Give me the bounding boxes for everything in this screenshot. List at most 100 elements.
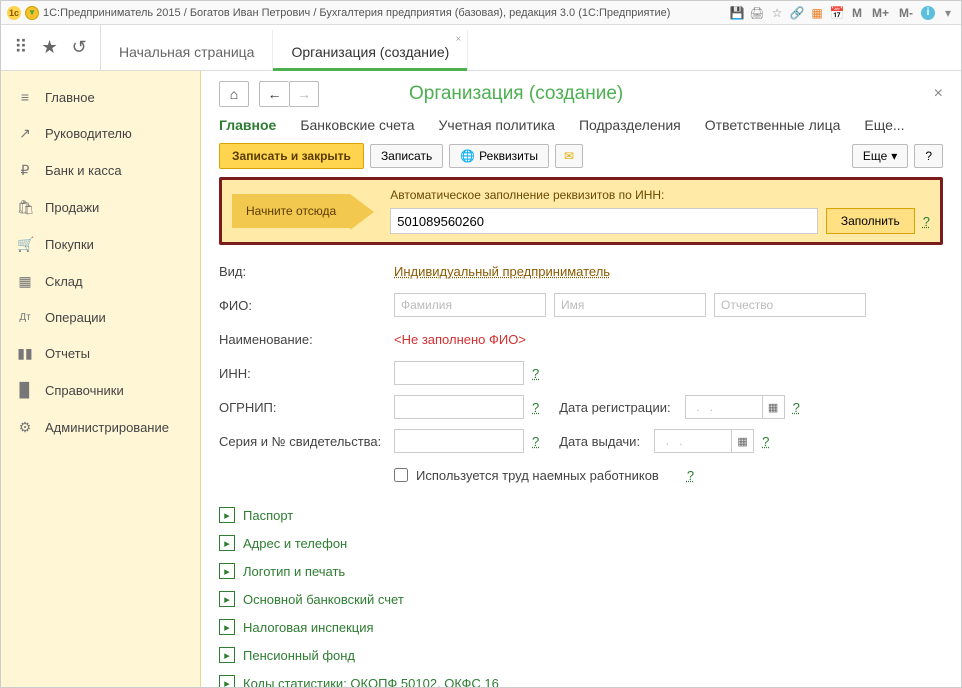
history-icon[interactable]: ↺: [72, 37, 87, 58]
more-label: Еще: [863, 149, 887, 163]
ogrnip-label: ОГРНИП:: [219, 400, 394, 415]
memory-m-button[interactable]: M: [850, 6, 864, 20]
expand-toggle[interactable]: ▸: [219, 507, 235, 523]
inn-input[interactable]: [394, 361, 524, 385]
subtab-more[interactable]: Еще...: [864, 117, 904, 137]
vid-value-link[interactable]: Индивидуальный предприниматель: [394, 264, 610, 279]
issuedate-field[interactable]: ▦: [654, 429, 754, 453]
memory-mminus-button[interactable]: M-: [897, 6, 915, 20]
sidebar-item-label: Покупки: [45, 237, 94, 252]
calendar-icon[interactable]: 📅: [830, 6, 844, 20]
expand-toggle[interactable]: ▸: [219, 563, 235, 579]
sidebar-item-operations[interactable]: ДтОперации: [1, 300, 200, 335]
sidebar-item-refs[interactable]: ▉Справочники: [1, 372, 200, 409]
tab-organization[interactable]: Организация (создание) ×: [273, 30, 468, 70]
fill-button[interactable]: Заполнить: [826, 208, 915, 234]
sidebar-item-label: Администрирование: [45, 420, 169, 435]
save-button[interactable]: Записать: [370, 144, 443, 168]
ogrnip-help[interactable]: ?: [532, 400, 539, 415]
calc-icon[interactable]: ▦: [810, 6, 824, 20]
patronymic-input[interactable]: [714, 293, 866, 317]
apps-icon[interactable]: ⠿: [14, 37, 27, 58]
fio-label: ФИО:: [219, 298, 394, 313]
expand-toggle[interactable]: ▸: [219, 619, 235, 635]
link-icon[interactable]: 🔗: [790, 6, 804, 20]
print-icon[interactable]: 🖨: [750, 6, 764, 20]
expand-toggle[interactable]: ▸: [219, 591, 235, 607]
calendar-icon[interactable]: ▦: [762, 396, 784, 418]
subtab-main[interactable]: Главное: [219, 117, 276, 137]
bag-icon: 🛍: [17, 199, 33, 216]
expand-toggle[interactable]: ▸: [219, 675, 235, 687]
sidebar-item-admin[interactable]: ⚙Администрирование: [1, 409, 200, 446]
close-page-icon[interactable]: ×: [934, 85, 943, 103]
regdate-input[interactable]: [686, 396, 762, 418]
expand-toggle[interactable]: ▸: [219, 647, 235, 663]
expander-logo[interactable]: Логотип и печать: [243, 564, 345, 579]
subtab-accounting-policy[interactable]: Учетная политика: [439, 117, 555, 137]
expander-address[interactable]: Адрес и телефон: [243, 536, 347, 551]
serial-input[interactable]: [394, 429, 524, 453]
close-tab-icon[interactable]: ×: [455, 34, 461, 45]
ruble-icon: ₽: [17, 162, 33, 179]
issue-label: Дата выдачи:: [559, 434, 640, 449]
back-button[interactable]: ←: [259, 81, 289, 107]
hired-help[interactable]: ?: [687, 468, 694, 483]
subtab-bank-accounts[interactable]: Банковские счета: [300, 117, 414, 137]
dropdown-icon[interactable]: ▾: [25, 6, 39, 20]
ogrnip-input[interactable]: [394, 395, 524, 419]
sidebar-item-main[interactable]: ≡Главное: [1, 79, 200, 115]
sidebar-item-sales[interactable]: 🛍Продажи: [1, 189, 200, 226]
expand-toggle[interactable]: ▸: [219, 535, 235, 551]
inn-help[interactable]: ?: [532, 366, 539, 381]
surname-input[interactable]: [394, 293, 546, 317]
sidebar-item-bank[interactable]: ₽Банк и касса: [1, 152, 200, 189]
memory-mplus-button[interactable]: M+: [870, 6, 891, 20]
issuedate-help[interactable]: ?: [762, 434, 769, 449]
more-button[interactable]: Еще ▾: [852, 144, 908, 168]
sidebar-item-reports[interactable]: ▮▮Отчеты: [1, 335, 200, 372]
bars-icon: ▮▮: [17, 345, 33, 362]
expander-bank[interactable]: Основной банковский счет: [243, 592, 404, 607]
subtab-responsible[interactable]: Ответственные лица: [705, 117, 841, 137]
expander-pension[interactable]: Пенсионный фонд: [243, 648, 355, 663]
app-icon: 1c: [7, 6, 21, 20]
name-label: Наименование:: [219, 332, 394, 347]
star-icon[interactable]: ★: [41, 37, 57, 58]
globe-icon: 🌐: [460, 149, 475, 163]
regdate-label: Дата регистрации:: [559, 400, 670, 415]
serial-help[interactable]: ?: [532, 434, 539, 449]
inn-autofill-input[interactable]: [390, 208, 818, 234]
regdate-field[interactable]: ▦: [685, 395, 785, 419]
expander-passport[interactable]: Паспорт: [243, 508, 293, 523]
info-icon[interactable]: i: [921, 6, 935, 20]
save-icon[interactable]: 💾: [730, 6, 744, 20]
sidebar-item-stock[interactable]: ▦Склад: [1, 263, 200, 300]
tab-start-page[interactable]: Начальная страница: [101, 30, 273, 70]
tab-start-label: Начальная страница: [119, 44, 254, 60]
expander-stats[interactable]: Коды статистики: ОКОПФ 50102, ОКФС 16: [243, 676, 499, 688]
subtab-divisions[interactable]: Подразделения: [579, 117, 681, 137]
regdate-help[interactable]: ?: [793, 400, 800, 415]
window-menu-icon[interactable]: ▾: [941, 6, 955, 20]
help-button[interactable]: ?: [914, 144, 943, 168]
issuedate-input[interactable]: [655, 430, 731, 452]
subtabs: Главное Банковские счета Учетная политик…: [219, 117, 943, 137]
calendar-icon[interactable]: ▦: [731, 430, 753, 452]
expander-tax[interactable]: Налоговая инспекция: [243, 620, 374, 635]
requisites-label: Реквизиты: [479, 149, 538, 163]
sidebar-item-purchases[interactable]: 🛒Покупки: [1, 226, 200, 263]
help-link[interactable]: ?: [923, 214, 930, 229]
favorite-icon[interactable]: ☆: [770, 6, 784, 20]
sidebar-item-manager[interactable]: ↗Руководителю: [1, 115, 200, 152]
window-titlebar: 1c ▾ 1С:Предприниматель 2015 / Богатов И…: [1, 1, 961, 25]
home-button[interactable]: ⌂: [219, 81, 249, 107]
forward-button[interactable]: →: [289, 81, 319, 107]
hired-checkbox[interactable]: [394, 468, 408, 482]
save-close-button[interactable]: Записать и закрыть: [219, 143, 364, 169]
firstname-input[interactable]: [554, 293, 706, 317]
inn-autofill-caption: Автоматическое заполнение реквизитов по …: [390, 188, 930, 202]
requisites-button[interactable]: 🌐 Реквизиты: [449, 144, 549, 168]
mail-button[interactable]: ✉: [555, 144, 583, 168]
book-icon: ▉: [17, 382, 33, 399]
